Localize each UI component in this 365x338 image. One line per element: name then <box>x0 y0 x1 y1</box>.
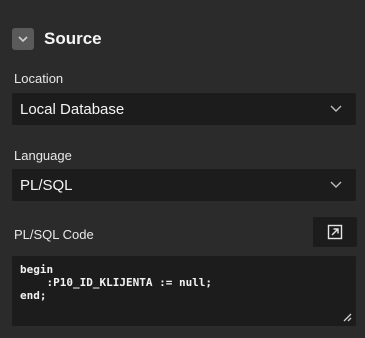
code-line: end; <box>20 289 47 302</box>
section-header: Source <box>12 24 102 54</box>
location-label: Location <box>14 71 64 86</box>
expand-editor-button[interactable] <box>313 217 357 247</box>
code-editor[interactable]: begin :P10_ID_KLIJENTA := null; end; <box>12 256 356 326</box>
location-select[interactable]: Local Database <box>12 93 356 125</box>
source-panel: Source Location Local Database Language … <box>0 0 365 338</box>
chevron-down-icon <box>18 36 28 43</box>
resize-handle-icon[interactable] <box>342 312 352 322</box>
collapse-toggle-button[interactable] <box>12 28 34 50</box>
section-title: Source <box>44 29 102 48</box>
language-select[interactable]: PL/SQL <box>12 169 356 201</box>
chevron-down-icon <box>330 105 342 113</box>
code-line: :P10_ID_KLIJENTA := null; <box>20 276 213 289</box>
location-value: Local Database <box>20 100 125 118</box>
expand-icon <box>327 224 343 240</box>
language-value: PL/SQL <box>20 176 73 194</box>
chevron-down-icon <box>330 181 342 189</box>
code-line: begin <box>20 263 54 276</box>
language-label: Language <box>14 148 72 163</box>
code-label: PL/SQL Code <box>14 227 94 242</box>
